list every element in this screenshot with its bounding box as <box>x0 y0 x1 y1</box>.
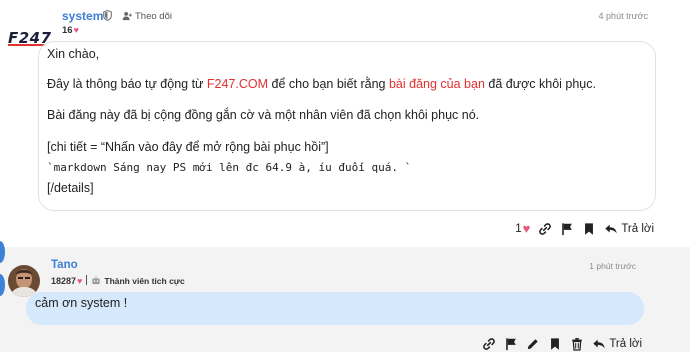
user-badge[interactable]: Thành viên tích cực <box>104 276 184 286</box>
reply-icon <box>593 339 606 349</box>
heart-icon: ♥ <box>77 276 83 286</box>
reply-button[interactable]: Trả lời <box>592 337 642 351</box>
post-paragraph-2: Bài đăng này đã bị cộng đồng gắn cờ và m… <box>47 108 480 122</box>
user-score-value: 18287 <box>51 276 77 286</box>
like-button[interactable]: 1 ♥ <box>515 222 530 236</box>
post-system: F247 system Theo dõi 4 phút trước 16♥ Xi… <box>0 0 690 247</box>
post-content-bubble <box>38 41 656 211</box>
paragraph-text: Đây là thông báo tự động từ <box>47 77 207 91</box>
reply-label: Trả lời <box>609 338 642 350</box>
heart-icon: ♥ <box>73 25 79 35</box>
user-score: 16♥ <box>62 25 79 36</box>
trash-icon[interactable] <box>570 337 584 351</box>
reply-button[interactable]: Trả lời <box>604 222 654 236</box>
post-timestamp[interactable]: 4 phút trước <box>599 11 648 21</box>
follow-user-icon[interactable] <box>122 11 132 21</box>
edge-indicator <box>0 274 5 296</box>
post-actions: 1 ♥ Trả lời <box>515 221 654 237</box>
post-username[interactable]: Tano <box>51 259 78 271</box>
link-icon[interactable] <box>538 222 552 236</box>
paragraph-text: đã được khôi phục. <box>484 77 596 91</box>
user-score-value: 16 <box>62 25 73 36</box>
user-score: 18287♥ Thành viên tích cực <box>51 275 185 286</box>
paragraph-text: để cho bạn biết rằng <box>268 77 389 91</box>
shield-icon <box>103 10 112 21</box>
bookmark-icon[interactable] <box>548 337 562 351</box>
reply-label: Trả lời <box>621 223 654 235</box>
post-timestamp[interactable]: 1 phút trước <box>589 261 636 271</box>
post-actions: Trả lời <box>482 337 642 351</box>
post-tano: Tano 1 phút trước 18287♥ Thành viên tích… <box>0 241 690 352</box>
reply-icon <box>605 224 618 234</box>
post-message: cảm ơn system ! <box>35 296 128 310</box>
bookmark-icon[interactable] <box>582 222 596 236</box>
post-greeting: Xin chào, <box>47 47 100 61</box>
divider <box>86 275 88 285</box>
details-open-tag: [chi tiết = “Nhấn vào đây để mở rộng bài… <box>47 140 329 154</box>
link-icon[interactable] <box>482 337 496 351</box>
post-link[interactable]: bài đăng của bạn <box>389 77 485 91</box>
site-link[interactable]: F247.COM <box>207 77 268 91</box>
code-line: `markdown Sáng nay PS mới lên đc 64.9 à,… <box>47 161 412 174</box>
follow-button[interactable]: Theo dõi <box>135 11 172 22</box>
post-username[interactable]: system <box>62 9 103 23</box>
heart-icon: ♥ <box>522 221 531 236</box>
flag-icon[interactable] <box>560 222 574 236</box>
edit-icon[interactable] <box>526 337 540 351</box>
flag-icon[interactable] <box>504 337 518 351</box>
post-paragraph-1: Đây là thông báo tự động từ F247.COM để … <box>47 77 596 91</box>
like-count: 1 <box>515 223 522 235</box>
details-close-tag: [/details] <box>47 181 94 195</box>
robot-icon <box>92 276 101 285</box>
